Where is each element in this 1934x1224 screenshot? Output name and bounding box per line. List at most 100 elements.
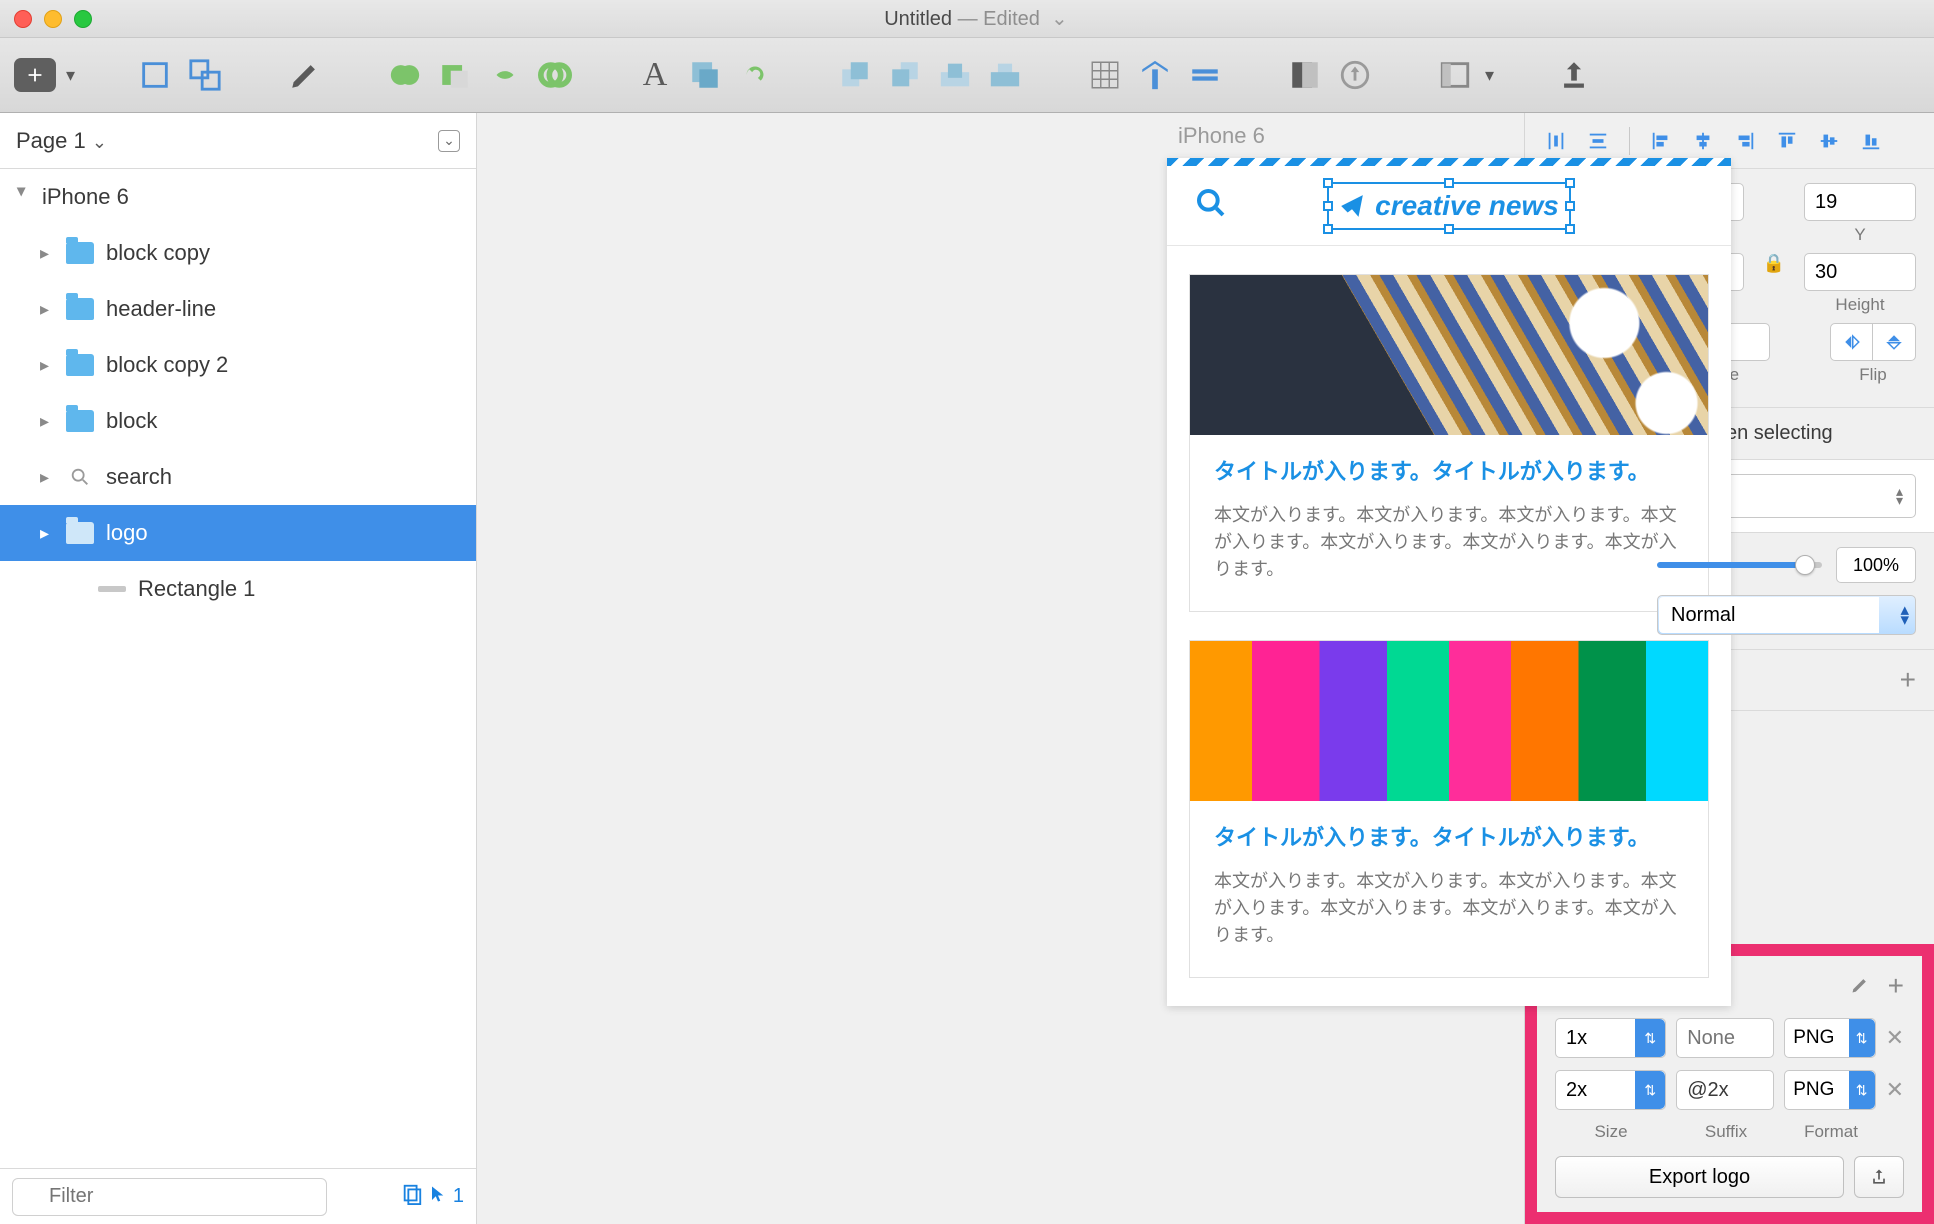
sidebar-footer: 1: [0, 1168, 476, 1224]
insert-button[interactable]: [14, 58, 56, 92]
zoom-window-button[interactable]: [74, 10, 92, 28]
remove-export-button[interactable]: ✕: [1886, 1025, 1904, 1051]
align-right-icon[interactable]: [1728, 126, 1762, 156]
symbol-button[interactable]: [735, 55, 775, 95]
layer-row[interactable]: ▸block copy: [0, 225, 476, 281]
layer-row[interactable]: ▸header-line: [0, 281, 476, 337]
layout-button[interactable]: [1135, 55, 1175, 95]
lock-icon[interactable]: 🔒: [1762, 253, 1786, 315]
mirror-button[interactable]: [1335, 55, 1375, 95]
opacity-value[interactable]: 100%: [1836, 547, 1916, 583]
ruler-button[interactable]: [1185, 55, 1225, 95]
resize-handle[interactable]: [1565, 224, 1575, 234]
y-sublabel: Y: [1854, 225, 1865, 245]
front-button[interactable]: [935, 55, 975, 95]
align-center-h-icon[interactable]: [1686, 126, 1720, 156]
align-bottom-icon[interactable]: [1854, 126, 1888, 156]
folder-icon: [66, 522, 94, 544]
share-button[interactable]: [1854, 1156, 1904, 1198]
y-input[interactable]: [1804, 183, 1916, 221]
resize-handle[interactable]: [1323, 224, 1333, 234]
export-toolbar-button[interactable]: [1554, 55, 1594, 95]
back-button[interactable]: [985, 55, 1025, 95]
resize-handle[interactable]: [1323, 178, 1333, 188]
export-format-label: Format: [1785, 1122, 1877, 1142]
align-top-icon[interactable]: [1770, 126, 1804, 156]
layer-row[interactable]: ▸search: [0, 449, 476, 505]
artboard-label[interactable]: iPhone 6: [1178, 123, 1265, 149]
layer-row[interactable]: Rectangle 1: [0, 561, 476, 617]
resize-handle[interactable]: [1444, 178, 1454, 188]
export-size-value: 2x: [1566, 1079, 1587, 1102]
canvas[interactable]: iPhone 6 creative news: [477, 113, 1524, 1224]
export-suffix-input[interactable]: [1676, 1018, 1774, 1058]
layer-row[interactable]: ▸block: [0, 393, 476, 449]
pen-tool-button[interactable]: [285, 55, 325, 95]
backward-button[interactable]: [885, 55, 925, 95]
export-button[interactable]: Export logo: [1555, 1156, 1844, 1198]
chevron-down-icon[interactable]: ⌄: [1045, 8, 1067, 30]
layer-row[interactable]: ▸block copy 2: [0, 337, 476, 393]
pages-header[interactable]: Page 1 ⌄ ⌄: [0, 113, 476, 169]
close-window-button[interactable]: [14, 10, 32, 28]
group-button[interactable]: [135, 55, 175, 95]
add-shadow-button[interactable]: +: [1900, 664, 1916, 696]
subtract-button[interactable]: [435, 55, 475, 95]
align-center-v-icon[interactable]: [1812, 126, 1846, 156]
chevron-down-icon: ⌄: [92, 132, 107, 152]
export-format-select[interactable]: PNG⇅: [1784, 1018, 1875, 1058]
export-format-select[interactable]: PNG⇅: [1784, 1070, 1875, 1110]
disclosure-icon[interactable]: ▸: [40, 243, 60, 264]
artboard[interactable]: creative news タイトルが入ります。タイトルが入ります。 本文が入り…: [1167, 158, 1731, 1006]
slider-thumb[interactable]: [1795, 555, 1815, 575]
remove-export-button[interactable]: ✕: [1886, 1077, 1904, 1103]
filter-input[interactable]: [12, 1178, 327, 1216]
view-button[interactable]: [1435, 55, 1475, 95]
resize-handle[interactable]: [1565, 201, 1575, 211]
logo-selection[interactable]: creative news: [1339, 190, 1559, 222]
intersect-button[interactable]: [485, 55, 525, 95]
image-button[interactable]: [685, 55, 725, 95]
disclosure-icon[interactable]: ▸: [40, 523, 60, 544]
disclosure-icon[interactable]: ▸: [40, 467, 60, 488]
resize-handle[interactable]: [1565, 178, 1575, 188]
layer-row-selected[interactable]: ▸logo: [0, 505, 476, 561]
forward-button[interactable]: [835, 55, 875, 95]
artboard-row[interactable]: ▸ iPhone 6: [0, 169, 476, 225]
view-dropdown-icon[interactable]: ▾: [1485, 65, 1494, 86]
flip-vertical-button[interactable]: [1873, 323, 1916, 361]
card-text: 本文が入ります。本文が入ります。本文が入ります。本文が入ります。本文が入ります。…: [1214, 502, 1684, 583]
expand-pages-icon[interactable]: ⌄: [438, 130, 460, 152]
distribute-h-icon[interactable]: [1539, 126, 1573, 156]
difference-button[interactable]: [535, 55, 575, 95]
app-header: creative news: [1167, 166, 1731, 246]
updown-icon: ⇅: [1635, 1019, 1665, 1057]
disclosure-icon[interactable]: ▸: [40, 299, 60, 320]
disclosure-icon[interactable]: ▸: [12, 187, 33, 207]
add-export-button[interactable]: +: [1888, 970, 1904, 1001]
export-size-select[interactable]: 1x⇅: [1555, 1018, 1666, 1058]
pages-icon[interactable]: [401, 1183, 423, 1211]
align-left-icon[interactable]: [1644, 126, 1678, 156]
text-tool-button[interactable]: A: [635, 55, 675, 95]
flip-horizontal-button[interactable]: [1830, 323, 1873, 361]
pencil-icon[interactable]: [1850, 975, 1870, 1000]
export-size-select[interactable]: 2x⇅: [1555, 1070, 1666, 1110]
search-icon[interactable]: [1195, 187, 1227, 224]
opacity-slider[interactable]: [1657, 562, 1822, 568]
height-input[interactable]: [1804, 253, 1916, 291]
minimize-window-button[interactable]: [44, 10, 62, 28]
blending-select[interactable]: Normal ▴▾: [1657, 595, 1916, 635]
distribute-v-icon[interactable]: [1581, 126, 1615, 156]
disclosure-icon[interactable]: ▸: [40, 355, 60, 376]
resize-handle[interactable]: [1444, 224, 1454, 234]
union-button[interactable]: [385, 55, 425, 95]
ungroup-button[interactable]: [185, 55, 225, 95]
resize-handle[interactable]: [1323, 201, 1333, 211]
grid-button[interactable]: [1085, 55, 1125, 95]
disclosure-icon[interactable]: ▸: [40, 411, 60, 432]
insert-dropdown-icon[interactable]: ▾: [66, 65, 75, 86]
mask-button[interactable]: [1285, 55, 1325, 95]
card-image: [1190, 275, 1708, 435]
export-suffix-input[interactable]: [1676, 1070, 1774, 1110]
